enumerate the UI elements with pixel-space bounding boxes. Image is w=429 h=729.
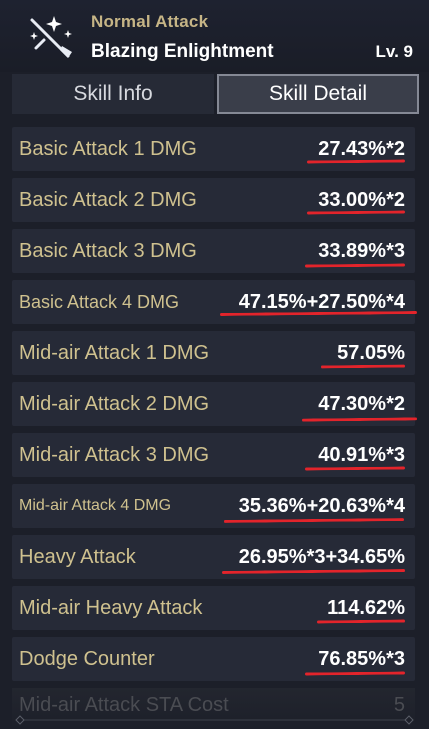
list-item: Basic Attack 2 DMG 33.00%*2: [12, 178, 415, 222]
row-label: Basic Attack 4 DMG: [19, 292, 180, 312]
row-value: 47.15%+27.50%*4: [238, 291, 405, 313]
bottom-divider-ornament: [15, 715, 414, 725]
list-item: Mid-air Attack 3 DMG 40.91%*3: [12, 433, 415, 477]
list-item: Basic Attack 3 DMG 33.89%*3: [12, 229, 415, 273]
list-item: Dodge Counter 76.85%*3: [12, 637, 415, 681]
row-value: 33.00%*2: [318, 189, 405, 211]
row-label: Heavy Attack: [19, 546, 136, 568]
list-item: Heavy Attack 26.95%*3+34.65%: [12, 535, 415, 579]
row-label: Mid-air Attack 4 DMG: [19, 497, 172, 514]
tab-skill-detail[interactable]: Skill Detail: [217, 74, 419, 114]
row-label: Mid-air Heavy Attack: [19, 597, 203, 619]
row-label: Mid-air Attack 2 DMG: [19, 393, 210, 415]
skill-type-label: Normal Attack: [91, 12, 209, 31]
list-item: Basic Attack 1 DMG 27.43%*2: [12, 127, 415, 171]
row-value: 114.62%: [327, 597, 405, 619]
list-item: Basic Attack 4 DMG 47.15%+27.50%*4: [12, 280, 418, 324]
skill-header: Normal Attack Blazing Enlightment Lv. 9: [0, 0, 429, 72]
list-item: Mid-air Heavy Attack 114.62%: [12, 586, 415, 630]
row-label: Mid-air Attack 1 DMG: [19, 342, 210, 364]
row-label: Basic Attack 3 DMG: [19, 240, 197, 262]
tab-skill-info[interactable]: Skill Info: [12, 74, 214, 114]
list-item: Mid-air Attack 2 DMG 47.30%*2: [12, 382, 418, 426]
tab-bar: Skill Info Skill Detail: [12, 74, 419, 114]
row-value: 57.05%: [337, 342, 405, 364]
skill-level: Lv. 9: [375, 42, 413, 61]
row-label: Basic Attack 2 DMG: [19, 189, 197, 211]
row-label: Basic Attack 1 DMG: [19, 138, 197, 160]
row-label: Mid-air Attack 3 DMG: [19, 444, 210, 466]
skill-name: Blazing Enlightment: [91, 41, 274, 62]
crossed-swords-icon: [30, 16, 72, 58]
list-item: Mid-air Attack 1 DMG 57.05%: [12, 331, 415, 375]
row-label: Dodge Counter: [19, 648, 155, 670]
row-value: 40.91%*3: [318, 444, 405, 466]
row-value: 27.43%*2: [318, 138, 405, 160]
list-item: Mid-air Attack 4 DMG 35.36%+20.63%*4: [12, 484, 415, 528]
